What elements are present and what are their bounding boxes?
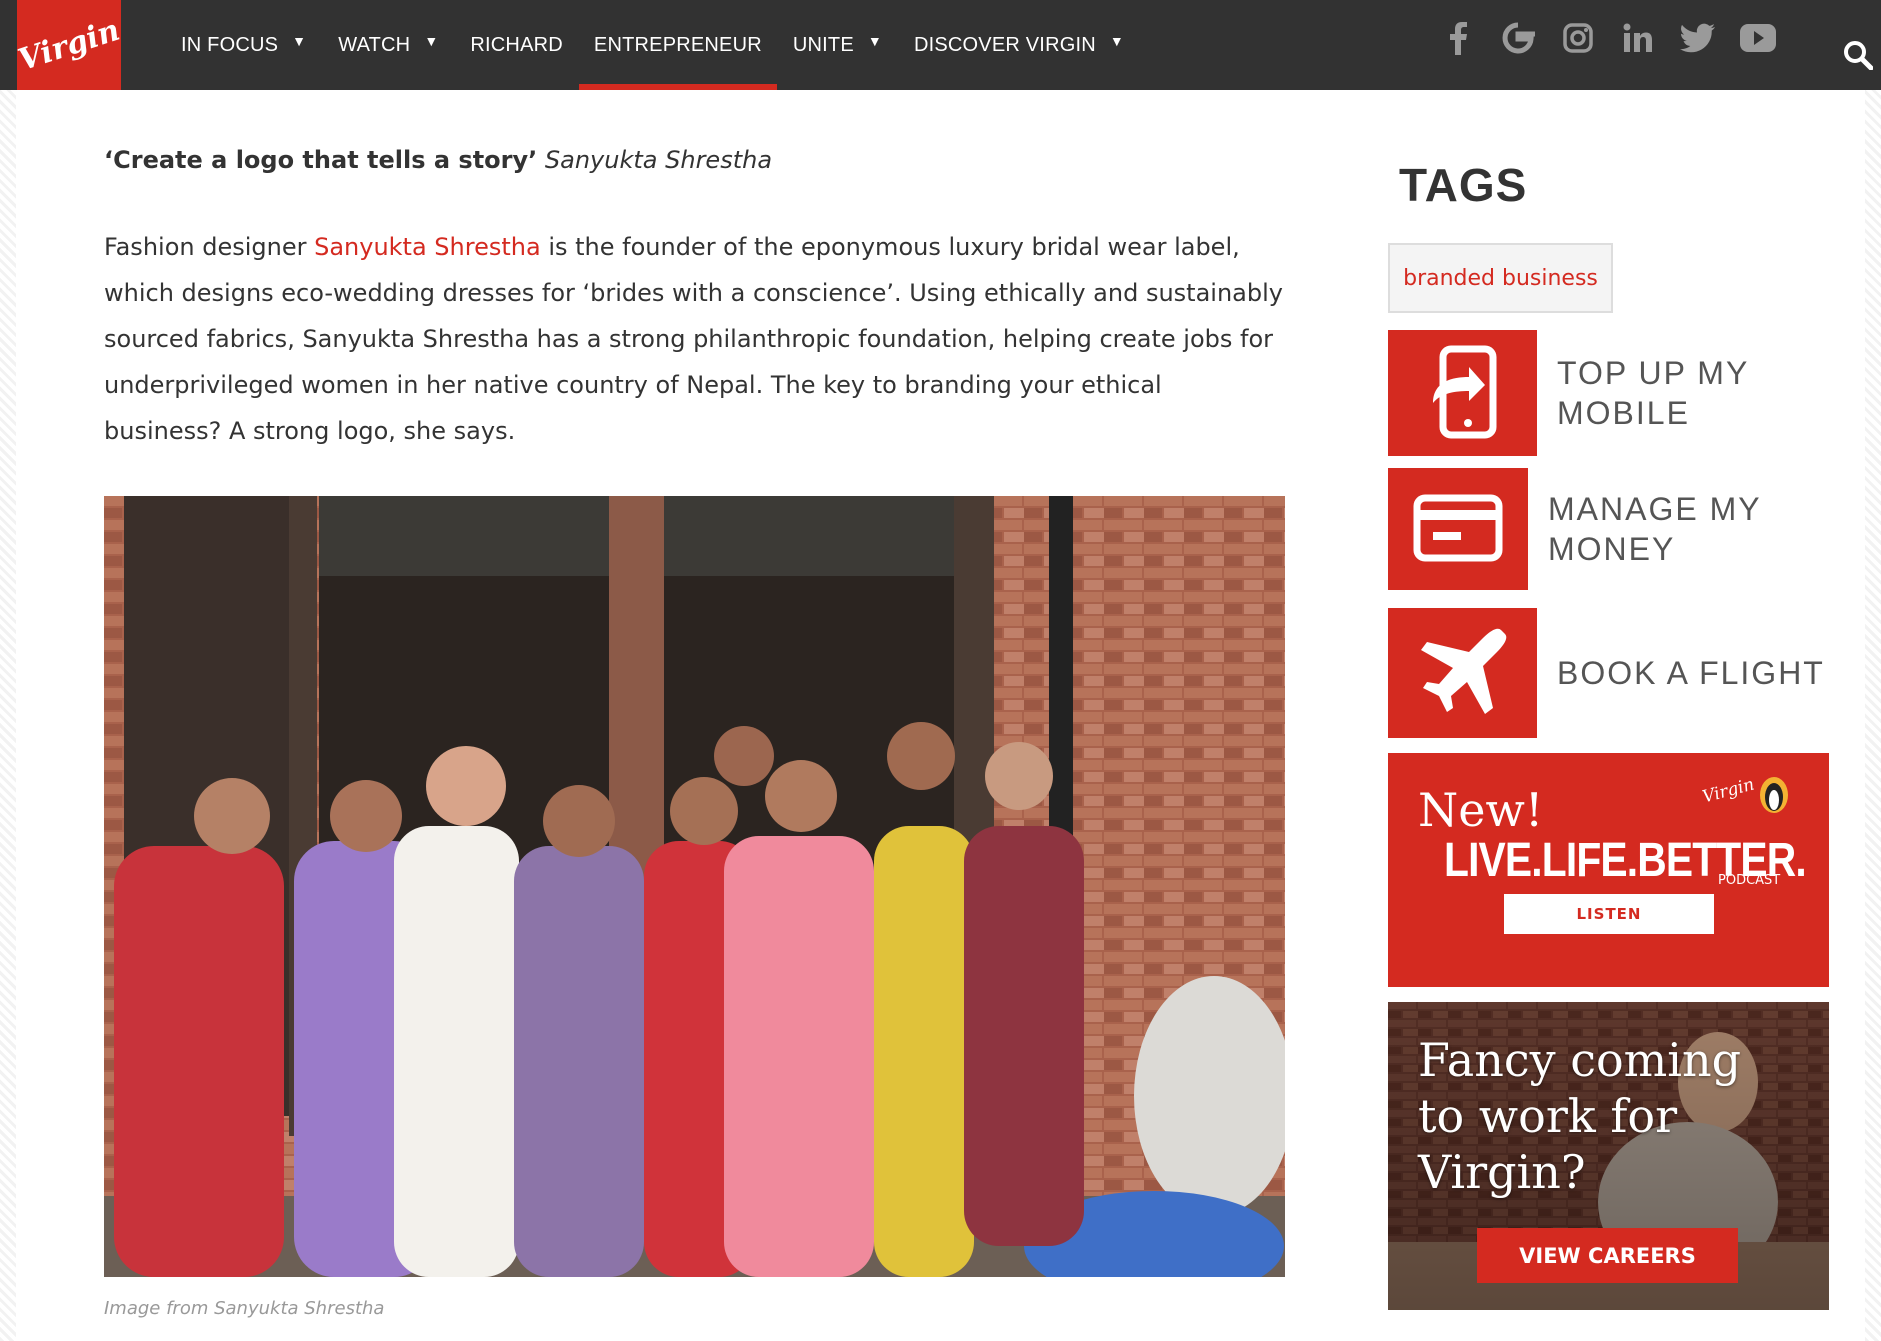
image-caption: Image from Sanyukta Shrestha	[104, 1298, 385, 1319]
nav-item-discover-virgin[interactable]: DISCOVER VIRGIN ▼	[898, 0, 1140, 90]
careers-headline: Fancy coming to work for Virgin?	[1418, 1033, 1742, 1199]
chevron-down-icon[interactable]: ▼	[868, 33, 882, 49]
site-header: Virgin IN FOCUS ▼ WATCH ▼ RICHARD ENTREPRE…	[0, 0, 1881, 90]
nav-label: RICHARD	[470, 33, 563, 56]
nav-item-unite[interactable]: UNITE ▼	[777, 0, 898, 90]
chevron-down-icon[interactable]: ▼	[424, 33, 438, 49]
nav-label: UNITE	[792, 33, 854, 56]
careers-banner[interactable]: Fancy coming to work for Virgin? VIEW CA…	[1388, 1002, 1829, 1310]
nav-item-watch[interactable]: WATCH ▼	[322, 0, 454, 90]
penguin-icon	[1758, 775, 1790, 815]
social-links	[1440, 20, 1776, 56]
virgin-logo[interactable]: Virgin	[14, 0, 124, 90]
podcast-banner[interactable]: New! Virgin LIVE.LIFE.BETTER. PODCAST LI…	[1388, 753, 1829, 987]
left-border-pattern	[0, 90, 16, 1341]
podcast-subtitle: PODCAST	[1718, 873, 1781, 888]
main-nav: IN FOCUS ▼ WATCH ▼ RICHARD ENTREPRENEUR UN…	[165, 0, 1140, 90]
podcast-new: New!	[1418, 783, 1544, 837]
listen-button[interactable]: LISTEN	[1504, 894, 1714, 934]
tag-branded-business[interactable]: branded business	[1388, 243, 1613, 313]
chevron-down-icon[interactable]: ▼	[292, 33, 306, 49]
para-text: Fashion designer	[104, 233, 315, 261]
article-photo	[104, 496, 1285, 1277]
promo-top-up-mobile[interactable]: TOP UP MY MOBILE	[1388, 330, 1749, 456]
facebook-icon[interactable]	[1440, 20, 1476, 56]
section-heading: ‘Create a logo that tells a story’ Sanyu…	[104, 140, 1286, 180]
instagram-icon[interactable]	[1560, 20, 1596, 56]
view-careers-button[interactable]: VIEW CAREERS	[1477, 1228, 1738, 1283]
airplane-icon	[1388, 608, 1537, 738]
search-icon[interactable]	[1843, 40, 1874, 71]
nav-item-in-focus[interactable]: IN FOCUS ▼	[165, 0, 322, 90]
para-text: is the founder of the eponymous luxury b…	[104, 233, 1283, 445]
youtube-icon[interactable]	[1740, 20, 1776, 56]
right-border-pattern	[1865, 90, 1881, 1341]
virgin-logo: Virgin	[1700, 774, 1757, 808]
chevron-down-icon[interactable]: ▼	[1110, 33, 1124, 49]
tags-heading: TAGS	[1399, 159, 1528, 211]
linkedin-icon[interactable]	[1620, 20, 1656, 56]
promo-book-flight[interactable]: BOOK A FLIGHT	[1388, 608, 1825, 738]
nav-label: DISCOVER VIRGIN	[913, 33, 1096, 56]
nav-label: ENTREPRENEUR	[593, 33, 762, 56]
article-body: ‘Create a logo that tells a story’ Sanyu…	[104, 140, 1286, 454]
quote-title: ‘Create a logo that tells a story’	[104, 146, 538, 174]
promo-label: TOP UP MY MOBILE	[1557, 355, 1750, 431]
twitter-icon[interactable]	[1680, 20, 1716, 56]
nav-item-richard[interactable]: RICHARD	[454, 0, 579, 90]
nav-label: IN FOCUS	[181, 33, 279, 56]
intro-paragraph: Fashion designer Sanyukta Shrestha is th…	[104, 224, 1286, 454]
nav-label: WATCH	[338, 33, 411, 56]
promo-label: MANAGE MY MONEY	[1548, 491, 1762, 567]
mobile-topup-icon	[1388, 330, 1537, 456]
quote-author: Sanyukta Shrestha	[544, 146, 773, 174]
google-icon[interactable]	[1500, 20, 1536, 56]
designer-link[interactable]: Sanyukta Shrestha	[314, 233, 541, 261]
credit-card-icon	[1388, 468, 1528, 590]
promo-manage-money[interactable]: MANAGE MY MONEY	[1388, 468, 1762, 590]
nav-item-entrepreneur[interactable]: ENTREPRENEUR	[578, 0, 777, 90]
promo-label: BOOK A FLIGHT	[1557, 655, 1825, 691]
